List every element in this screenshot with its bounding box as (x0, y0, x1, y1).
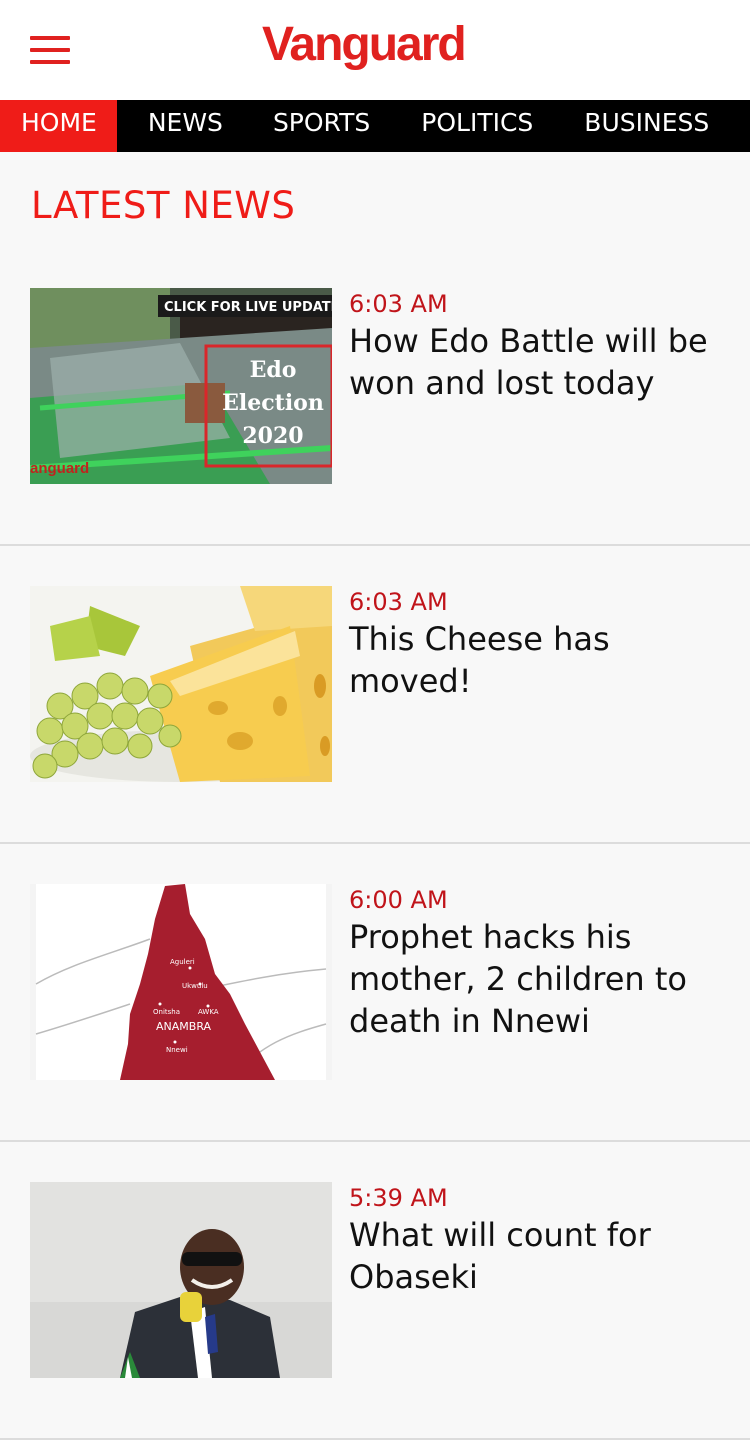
map-label: AWKA (198, 1008, 219, 1016)
image-line2: Election (222, 390, 324, 416)
article-time: 6:00 AM (349, 886, 448, 914)
nav-item-politics[interactable]: POLITICS (395, 100, 559, 152)
article-title[interactable]: How Edo Battle will be won and lost toda… (349, 320, 719, 404)
article-item[interactable]: 5:39 AM What will count for Obaseki (0, 1142, 750, 1440)
article-item[interactable]: Aguleri Ukwulu Onitsha AWKA ANAMBRA Nnew… (0, 844, 750, 1142)
article-thumbnail[interactable] (30, 1182, 332, 1378)
map-label: ANAMBRA (156, 1020, 212, 1033)
nav-item-home[interactable]: HOME (0, 100, 117, 152)
article-title[interactable]: Prophet hacks his mother, 2 children to … (349, 916, 719, 1042)
article-time: 6:03 AM (349, 588, 448, 616)
hamburger-icon[interactable] (30, 36, 70, 64)
category-nav: HOME NEWS SPORTS POLITICS BUSINESS (0, 100, 750, 152)
section-title: LATEST NEWS (31, 184, 296, 227)
image-watermark: anguard (30, 460, 89, 477)
article-thumbnail[interactable]: Aguleri Ukwulu Onitsha AWKA ANAMBRA Nnew… (30, 884, 332, 1080)
article-thumbnail[interactable] (30, 586, 332, 782)
map-label: Nnewi (166, 1046, 188, 1054)
map-label: Onitsha (153, 1008, 180, 1016)
vanguard-logo[interactable]: Vanguard (262, 10, 467, 80)
article-time: 5:39 AM (349, 1184, 448, 1212)
map-label: Aguleri (170, 958, 195, 966)
nav-item-business[interactable]: BUSINESS (559, 100, 734, 152)
image-line1: Edo (250, 357, 297, 383)
nav-item-news[interactable]: NEWS (117, 100, 248, 152)
article-item[interactable]: CLICK FOR LIVE UPDATE Edo Election 2020 … (0, 248, 750, 546)
article-item[interactable]: 6:03 AM This Cheese has moved! (0, 546, 750, 844)
article-title[interactable]: This Cheese has moved! (349, 618, 719, 702)
app-header: Vanguard (0, 0, 750, 100)
image-line3: 2020 (242, 423, 303, 449)
nav-item-sports[interactable]: SPORTS (248, 100, 395, 152)
article-thumbnail[interactable]: CLICK FOR LIVE UPDATE Edo Election 2020 … (30, 288, 332, 484)
map-label: Ukwulu (182, 982, 208, 990)
image-banner-text: CLICK FOR LIVE UPDATE (164, 300, 332, 315)
article-time: 6:03 AM (349, 290, 448, 318)
article-title[interactable]: What will count for Obaseki (349, 1214, 719, 1298)
